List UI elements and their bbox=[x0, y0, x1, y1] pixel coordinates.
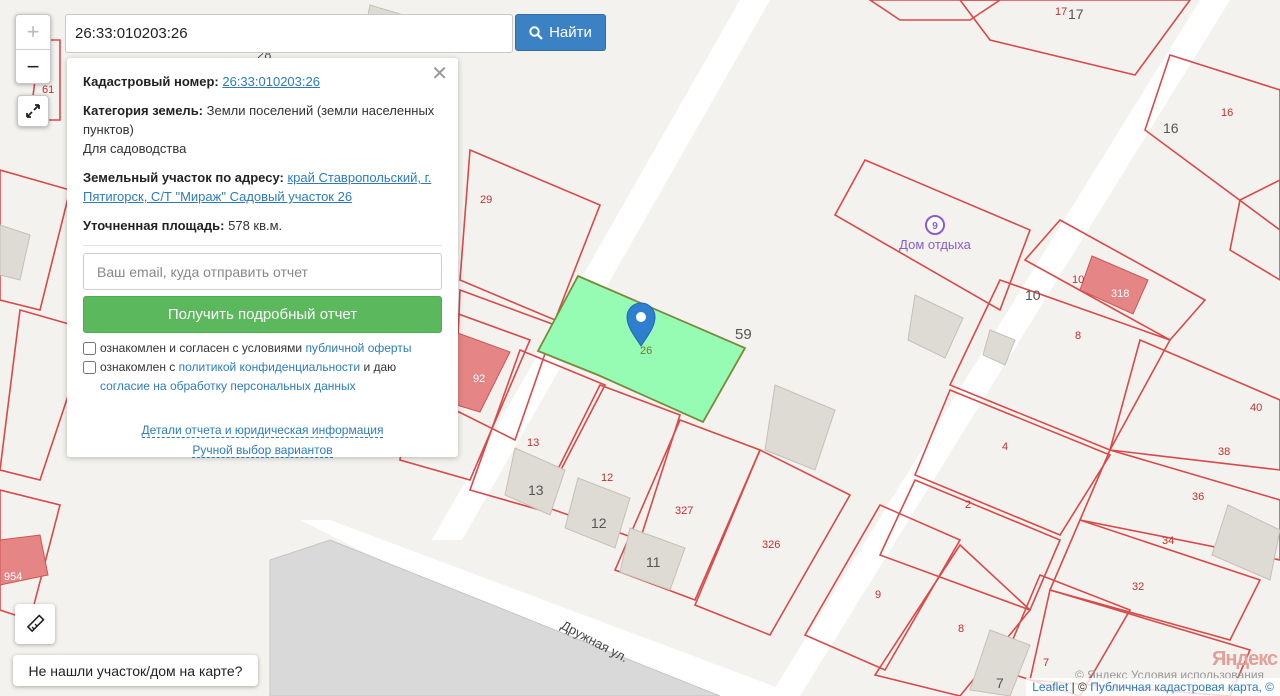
offer-consent-checkbox[interactable] bbox=[83, 342, 96, 355]
parcel-label: 7 bbox=[996, 675, 1004, 691]
offer-consent-row: ознакомлен и согласен с условиями публич… bbox=[83, 339, 442, 358]
zoom-control: + − bbox=[15, 14, 51, 84]
get-report-button[interactable]: Получить подробный отчет bbox=[83, 296, 442, 333]
parcel-label: 10 bbox=[1025, 287, 1041, 303]
privacy-consent-mid-text: и даю bbox=[360, 360, 397, 374]
report-details-link[interactable]: Детали отчета и юридическая информация bbox=[141, 423, 384, 438]
parcel-label: 954 bbox=[4, 571, 22, 583]
cadastral-number-row: Кадастровый номер: 26:33:010203:26 bbox=[83, 72, 442, 91]
close-icon[interactable]: ✕ bbox=[431, 64, 448, 84]
address-row: Земельный участок по адресу: край Ставро… bbox=[83, 168, 442, 206]
privacy-consent-text: ознакомлен с bbox=[100, 360, 179, 374]
parcel-label: 16 bbox=[1163, 120, 1179, 136]
parcel-label: 326 bbox=[762, 539, 780, 551]
parcel-label: 12 bbox=[591, 515, 607, 531]
parcel-info-panel: ✕ Кадастровый номер: 26:33:010203:26 Кат… bbox=[67, 58, 458, 460]
zoom-out-button[interactable]: − bbox=[16, 49, 50, 83]
zoom-in-button[interactable]: + bbox=[16, 15, 50, 49]
cadastral-number-label: Кадастровый номер: bbox=[83, 74, 219, 89]
personal-data-consent-link[interactable]: согласие на обработку персональных данны… bbox=[100, 379, 356, 393]
expand-icon bbox=[26, 104, 40, 118]
parcel-label: 7 bbox=[1043, 657, 1049, 669]
manual-selection-link[interactable]: Ручной выбор вариантов bbox=[192, 443, 333, 458]
search-input[interactable] bbox=[65, 14, 513, 53]
parcel-label: 16 bbox=[1221, 107, 1233, 119]
attribution-separator: | © bbox=[1068, 680, 1091, 694]
parcel-label: 11 bbox=[646, 554, 661, 570]
cadastral-number-link[interactable]: 26:33:010203:26 bbox=[222, 74, 320, 89]
parcel-label: 8 bbox=[958, 623, 964, 635]
ruler-icon bbox=[26, 614, 45, 633]
privacy-policy-link[interactable]: политикой конфиденциальности bbox=[179, 360, 360, 374]
parcel-label: 26 bbox=[640, 345, 652, 357]
area-row: Уточненная площадь: 578 кв.м. bbox=[83, 216, 442, 235]
address-label: Земельный участок по адресу: bbox=[83, 170, 284, 185]
search-icon bbox=[529, 25, 543, 40]
parcel-label: 13 bbox=[528, 482, 544, 498]
fullscreen-button[interactable] bbox=[17, 95, 49, 127]
poi-label: Дом отдыха bbox=[899, 237, 971, 252]
privacy-consent-row: ознакомлен с политикой конфиденциальност… bbox=[83, 358, 442, 396]
ruler-button[interactable] bbox=[15, 604, 55, 644]
parcel-label: 2 bbox=[965, 499, 971, 511]
parcel-label: 29 bbox=[480, 194, 492, 206]
parcel-label: 40 bbox=[1250, 402, 1262, 414]
parcel-label: 38 bbox=[1218, 446, 1230, 458]
parcel-label: 327 bbox=[675, 505, 693, 517]
parcel-label: 10 bbox=[1072, 274, 1084, 286]
pkk-link[interactable]: Публичная кадастровая карта, © bbox=[1090, 680, 1274, 694]
parcel-label: 8 bbox=[1075, 330, 1081, 342]
parcel-label: 92 bbox=[473, 373, 485, 385]
panel-bottom-links: Детали отчета и юридическая информация Р… bbox=[83, 420, 442, 460]
land-category-label: Категория земель: bbox=[83, 103, 204, 118]
email-field[interactable] bbox=[83, 253, 442, 290]
search-button[interactable]: Найти bbox=[515, 14, 606, 51]
divider bbox=[83, 245, 442, 246]
parcel-label: 318 bbox=[1111, 288, 1129, 300]
offer-consent-text: ознакомлен и согласен с условиями bbox=[100, 341, 306, 355]
search-button-label: Найти bbox=[549, 24, 592, 41]
map-attribution: Leaflet | © Публичная кадастровая карта,… bbox=[1026, 678, 1280, 696]
parcel-label: 32 bbox=[1132, 581, 1144, 593]
area-label: Уточненная площадь: bbox=[83, 218, 225, 233]
parcel-label: 17 bbox=[1068, 6, 1084, 22]
land-category-row: Категория земель: Земли поселений (земли… bbox=[83, 101, 442, 158]
parcel-label: 17 bbox=[1055, 6, 1067, 18]
leaflet-link[interactable]: Leaflet bbox=[1032, 680, 1068, 694]
land-usage-value: Для садоводства bbox=[83, 141, 187, 156]
area-value: 578 кв.м. bbox=[228, 218, 283, 233]
privacy-consent-checkbox[interactable] bbox=[83, 361, 96, 374]
parcel-label: 4 bbox=[1002, 441, 1008, 453]
parcel-label: 12 bbox=[601, 472, 613, 484]
public-offer-link[interactable]: публичной оферты bbox=[305, 341, 411, 355]
parcel-label: 13 bbox=[527, 437, 539, 449]
parcel-label: 34 bbox=[1162, 535, 1174, 547]
rest-house-icon[interactable]: 9 bbox=[925, 215, 945, 235]
not-found-button[interactable]: Не нашли участок/дом на карте? bbox=[13, 655, 258, 686]
parcel-label: 59 bbox=[735, 326, 752, 343]
svg-text:9: 9 bbox=[932, 221, 938, 232]
parcel-label: 36 bbox=[1192, 491, 1204, 503]
parcel-label: 9 bbox=[875, 589, 881, 601]
